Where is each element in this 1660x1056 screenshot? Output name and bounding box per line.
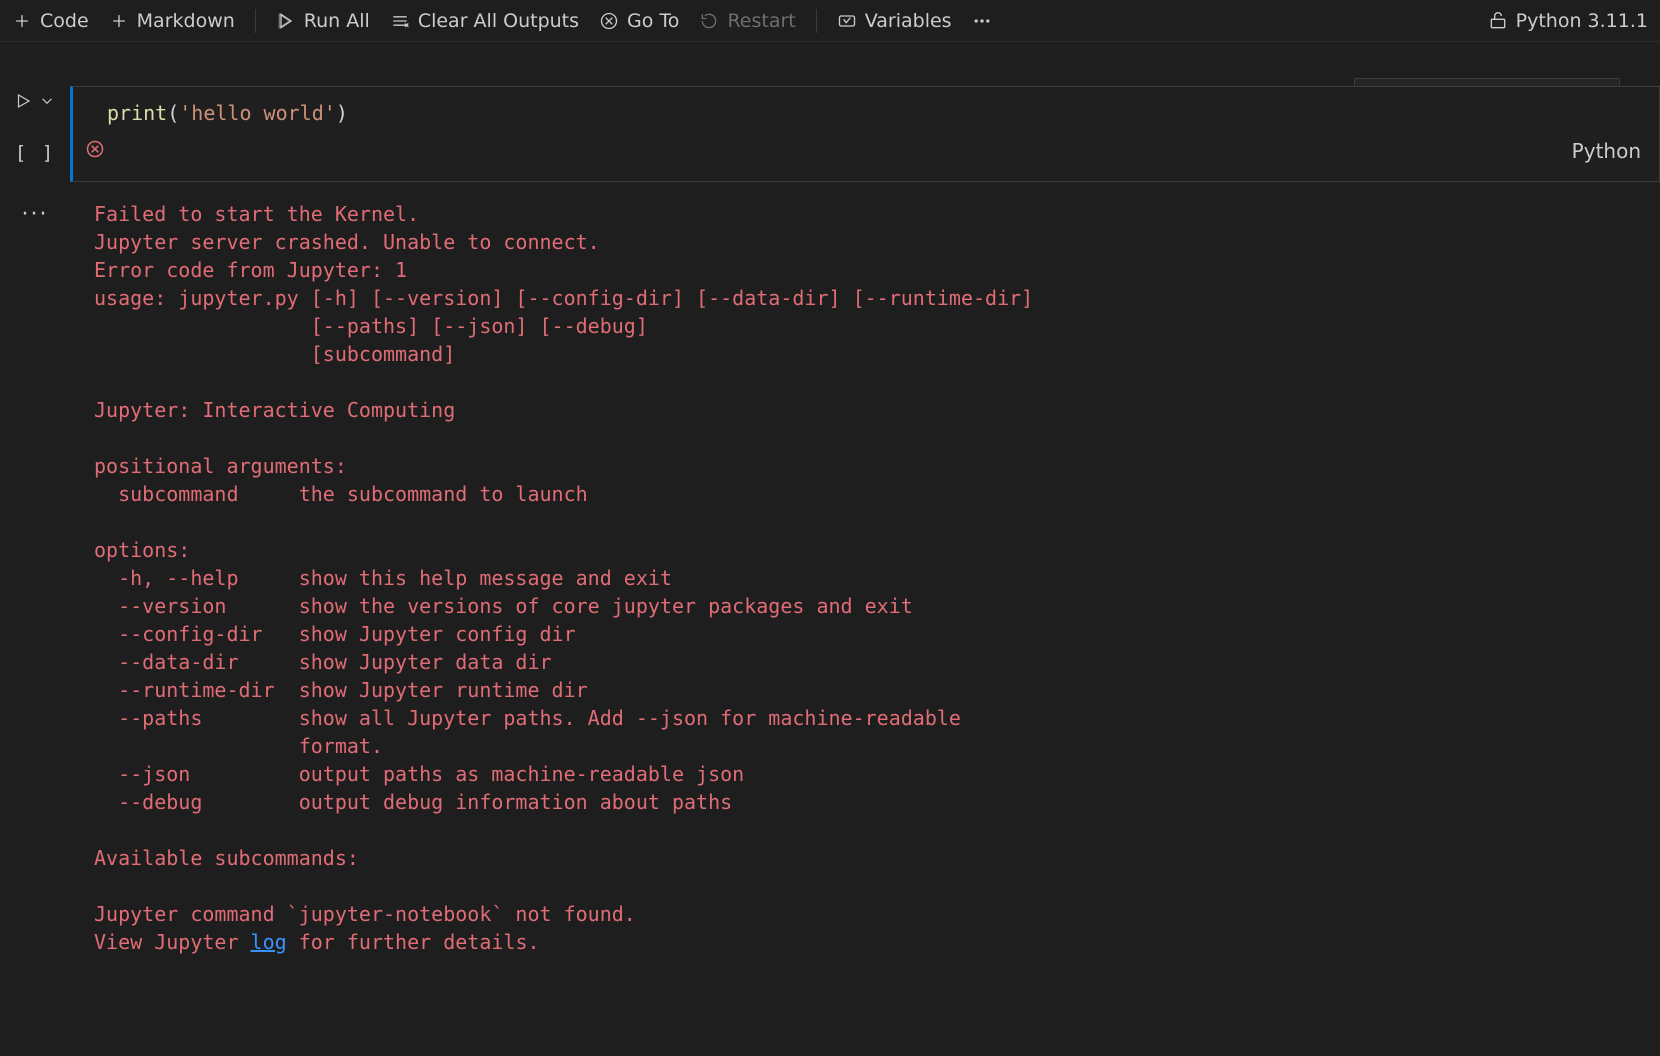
run-all-icon [276,11,296,31]
run-cell-button[interactable] [14,92,32,114]
kernel-selector[interactable]: Python 3.11.1 [1484,8,1652,34]
restart-button[interactable]: Restart [695,8,799,34]
code-editor[interactable]: print('hello world') [73,87,1659,135]
output-log-link[interactable]: log [251,930,287,954]
clear-outputs-label: Clear All Outputs [418,10,579,32]
goto-button[interactable]: Go To [595,8,683,34]
toolbar-separator [816,9,817,33]
cell-error-indicator[interactable] [85,139,105,163]
clear-outputs-icon [390,11,410,31]
kernel-label: Python 3.11.1 [1516,10,1648,32]
code-token-str: 'hello world' [179,101,336,125]
cell-output-row: ··· Failed to start the Kernel. Jupyter … [0,196,1660,960]
run-all-label: Run All [304,10,370,32]
cell-language-label[interactable]: Python [1572,139,1641,163]
goto-icon [599,11,619,31]
notebook-body: [ ] print('hello world') Python ··· Fail… [0,42,1660,960]
restart-label: Restart [727,10,795,32]
output-error-text: Failed to start the Kernel. Jupyter serv… [94,202,1033,926]
add-code-button[interactable]: Code [8,8,93,34]
variables-icon [837,11,857,31]
output-last-prefix: View Jupyter [94,930,251,954]
variables-button[interactable]: Variables [833,8,956,34]
run-all-button[interactable]: Run All [272,8,374,34]
code-token-fn: print [107,101,167,125]
clear-outputs-button[interactable]: Clear All Outputs [386,8,583,34]
plus-icon [12,11,32,31]
ellipsis-icon [972,11,992,31]
cell-gutter: [ ] [0,86,70,182]
toolbar-separator [255,9,256,33]
restart-icon [699,11,719,31]
variables-label: Variables [865,10,952,32]
output-last-suffix: for further details. [287,930,540,954]
run-cell-dropdown[interactable] [38,92,56,114]
code-token-lparen: ( [167,101,179,125]
chevron-down-icon [38,92,56,110]
kernel-icon [1488,11,1508,31]
output-gutter[interactable]: ··· [0,196,70,960]
code-token-rparen: ) [336,101,348,125]
add-markdown-label: Markdown [137,10,235,32]
add-code-label: Code [40,10,89,32]
cell-body: print('hello world') Python [70,86,1660,182]
notebook-toolbar: Code Markdown Run All Clear All Outputs … [0,0,1660,42]
play-icon [14,92,32,110]
cell-output: Failed to start the Kernel. Jupyter serv… [70,196,1660,960]
toolbar-overflow-button[interactable] [968,9,996,33]
code-cell: [ ] print('hello world') Python [0,86,1660,182]
add-markdown-button[interactable]: Markdown [105,8,239,34]
plus-icon [109,11,129,31]
cell-footer: Python [73,135,1659,171]
execution-count: [ ] [15,142,55,164]
goto-label: Go To [627,10,679,32]
error-icon [85,139,105,159]
